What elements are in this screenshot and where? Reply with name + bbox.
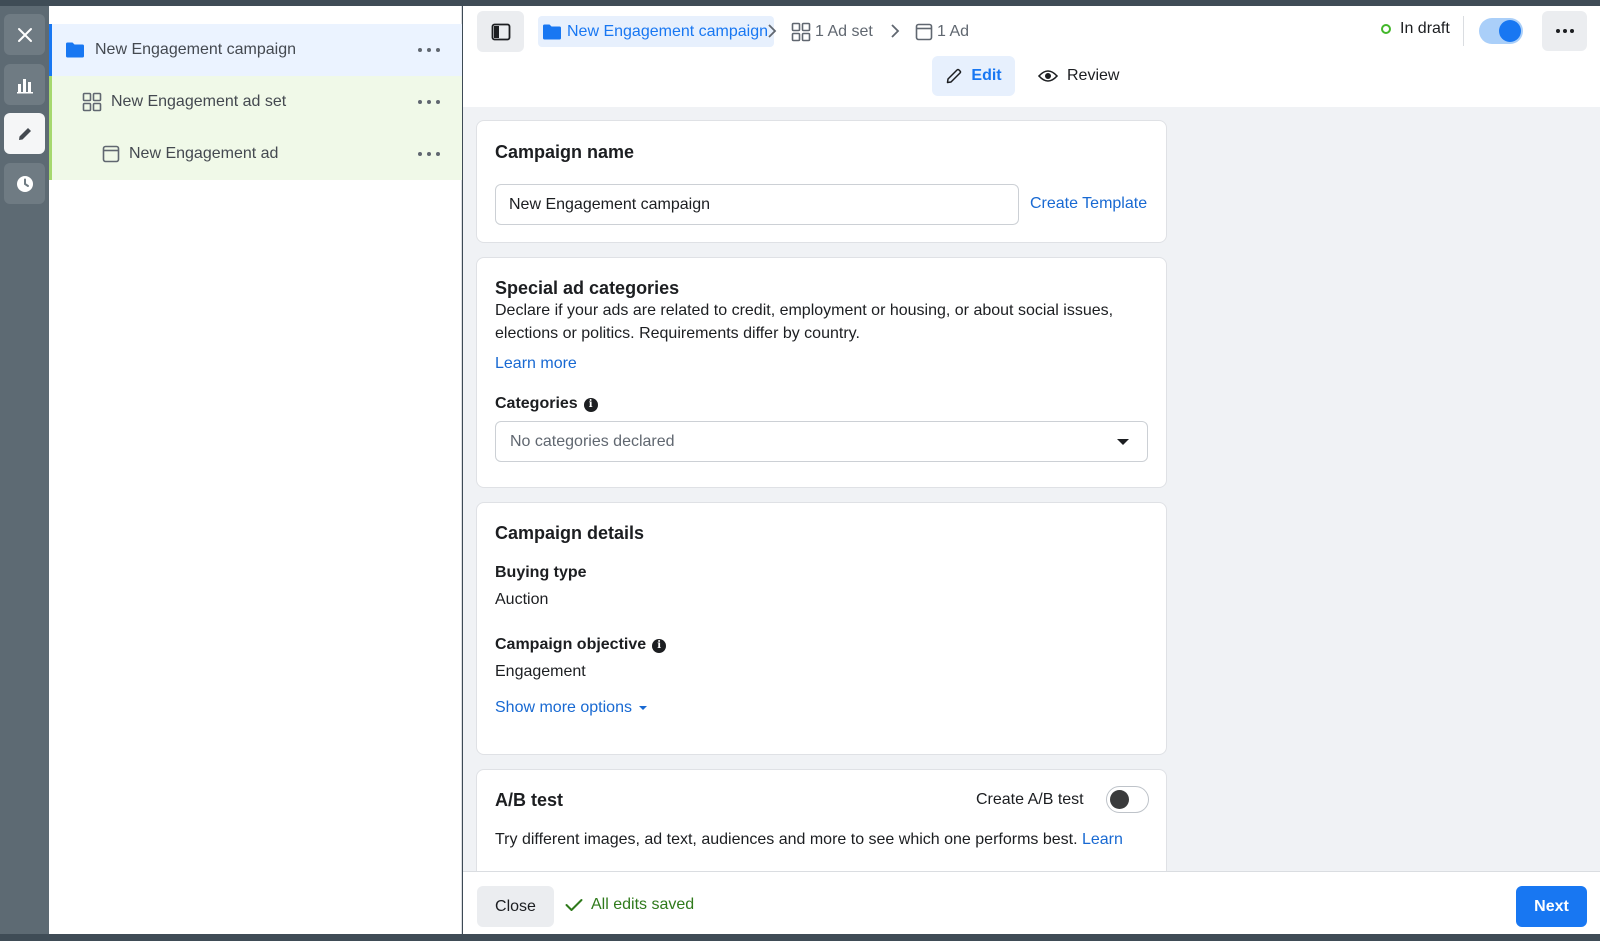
checkmark-icon [565, 899, 583, 911]
footer-bar: Close All edits saved Next [463, 871, 1600, 934]
breadcrumb-campaign-label: New Engagement campaign [567, 22, 769, 40]
ab-test-card: A/B test Create A/B test Try different i… [476, 769, 1167, 871]
left-rail [0, 6, 49, 934]
breadcrumb-ad-label: 1 Ad [937, 22, 970, 40]
ab-test-learn-link[interactable]: Learn [1082, 831, 1123, 848]
history-button[interactable] [4, 163, 45, 204]
more-options-icon[interactable] [418, 93, 440, 111]
review-tab[interactable]: Review [1030, 56, 1127, 96]
edit-mode-button[interactable] [4, 113, 45, 154]
campaign-objective-label: Campaign objective i [495, 636, 667, 654]
tree-item-label: New Engagement ad [129, 145, 279, 162]
close-editor-button[interactable] [4, 14, 45, 55]
top-bar: New Engagement campaign 1 Ad set 1 Ad In… [463, 6, 1600, 107]
chevron-down-icon [638, 706, 647, 710]
create-ab-test-toggle[interactable] [1106, 786, 1149, 813]
more-options-icon[interactable] [418, 41, 440, 59]
categories-select[interactable]: No categories declared [495, 421, 1148, 462]
buying-type-label: Buying type [495, 564, 587, 581]
dropdown-caret-icon [1117, 439, 1129, 445]
next-button[interactable]: Next [1516, 886, 1587, 927]
reports-button[interactable] [4, 64, 45, 105]
categories-label: Categories i [495, 395, 598, 413]
breadcrumb-adset-label: 1 Ad set [815, 22, 873, 40]
learn-more-link[interactable]: Learn more [495, 355, 577, 373]
tree-item-label: New Engagement campaign [95, 41, 297, 58]
buying-type-value: Auction [495, 591, 549, 608]
chevron-right-icon [768, 24, 777, 38]
editor-scroll-area[interactable]: Campaign name New Engagement campaign Cr… [463, 107, 1600, 871]
divider [1463, 16, 1464, 46]
status-dot-icon [1381, 24, 1391, 34]
folder-icon [66, 42, 84, 58]
save-status: All edits saved [565, 896, 694, 914]
close-icon [17, 27, 32, 42]
tree-item-campaign[interactable]: New Engagement campaign [49, 24, 462, 76]
draft-status: In draft [1381, 20, 1450, 38]
save-status-label: All edits saved [591, 896, 695, 913]
create-template-link[interactable]: Create Template [1030, 195, 1147, 213]
tree-item-label: New Engagement ad set [111, 93, 287, 110]
clock-icon [16, 175, 33, 192]
pencil-icon [947, 68, 962, 84]
edit-tab[interactable]: Edit [932, 56, 1015, 96]
campaign-tree-panel: New Engagement campaign New Engagement a… [49, 6, 462, 934]
card-title: Campaign details [495, 523, 645, 543]
card-title: Special ad categories [495, 278, 680, 298]
ad-page-icon [102, 145, 120, 163]
campaign-on-off-toggle[interactable] [1479, 18, 1523, 44]
review-tab-label: Review [1067, 67, 1120, 84]
campaign-details-card: Campaign details Buying type Auction Cam… [476, 502, 1167, 755]
info-icon[interactable]: i [652, 639, 667, 653]
bar-chart-icon [16, 78, 33, 93]
ab-test-description: Try different images, ad text, audiences… [495, 831, 1123, 848]
more-options-icon[interactable] [418, 145, 440, 163]
more-actions-button[interactable] [1542, 11, 1587, 51]
more-icon [1555, 29, 1560, 33]
eye-icon [1038, 70, 1058, 82]
toggle-panel-button[interactable] [477, 11, 524, 52]
special-categories-description: Declare if your ads are related to credi… [495, 302, 1114, 342]
grid-icon [791, 22, 811, 41]
campaign-objective-value: Engagement [495, 663, 586, 680]
tree-item-adset[interactable]: New Engagement ad set [49, 76, 462, 128]
info-icon[interactable]: i [583, 398, 598, 412]
chevron-right-icon [891, 24, 900, 38]
sidebar-panel-icon [491, 23, 510, 40]
ad-page-icon [915, 23, 933, 40]
draft-status-label: In draft [1400, 20, 1450, 37]
campaign-name-card: Campaign name New Engagement campaign Cr… [476, 120, 1167, 243]
main-editor: New Engagement campaign 1 Ad set 1 Ad In… [463, 6, 1600, 934]
tree-item-ad[interactable]: New Engagement ad [49, 128, 462, 180]
card-title: A/B test [495, 790, 564, 810]
grid-icon [82, 92, 102, 112]
breadcrumb-adset[interactable]: 1 Ad set [791, 16, 873, 47]
pencil-icon [18, 127, 31, 140]
window-frame-bottom [0, 934, 1600, 941]
categories-select-value: No categories declared [510, 432, 675, 450]
folder-icon [543, 24, 561, 39]
edit-tab-label: Edit [971, 67, 1002, 84]
show-more-options-link[interactable]: Show more options [495, 699, 648, 717]
close-button[interactable]: Close [477, 886, 554, 927]
special-ad-categories-card: Special ad categories Declare if your ad… [476, 257, 1167, 488]
create-ab-test-label: Create A/B test [976, 791, 1084, 808]
breadcrumb-campaign[interactable]: New Engagement campaign [538, 16, 775, 47]
card-title: Campaign name [495, 142, 635, 162]
breadcrumb-ad[interactable]: 1 Ad [915, 16, 969, 47]
campaign-name-input[interactable]: New Engagement campaign [495, 184, 1019, 225]
